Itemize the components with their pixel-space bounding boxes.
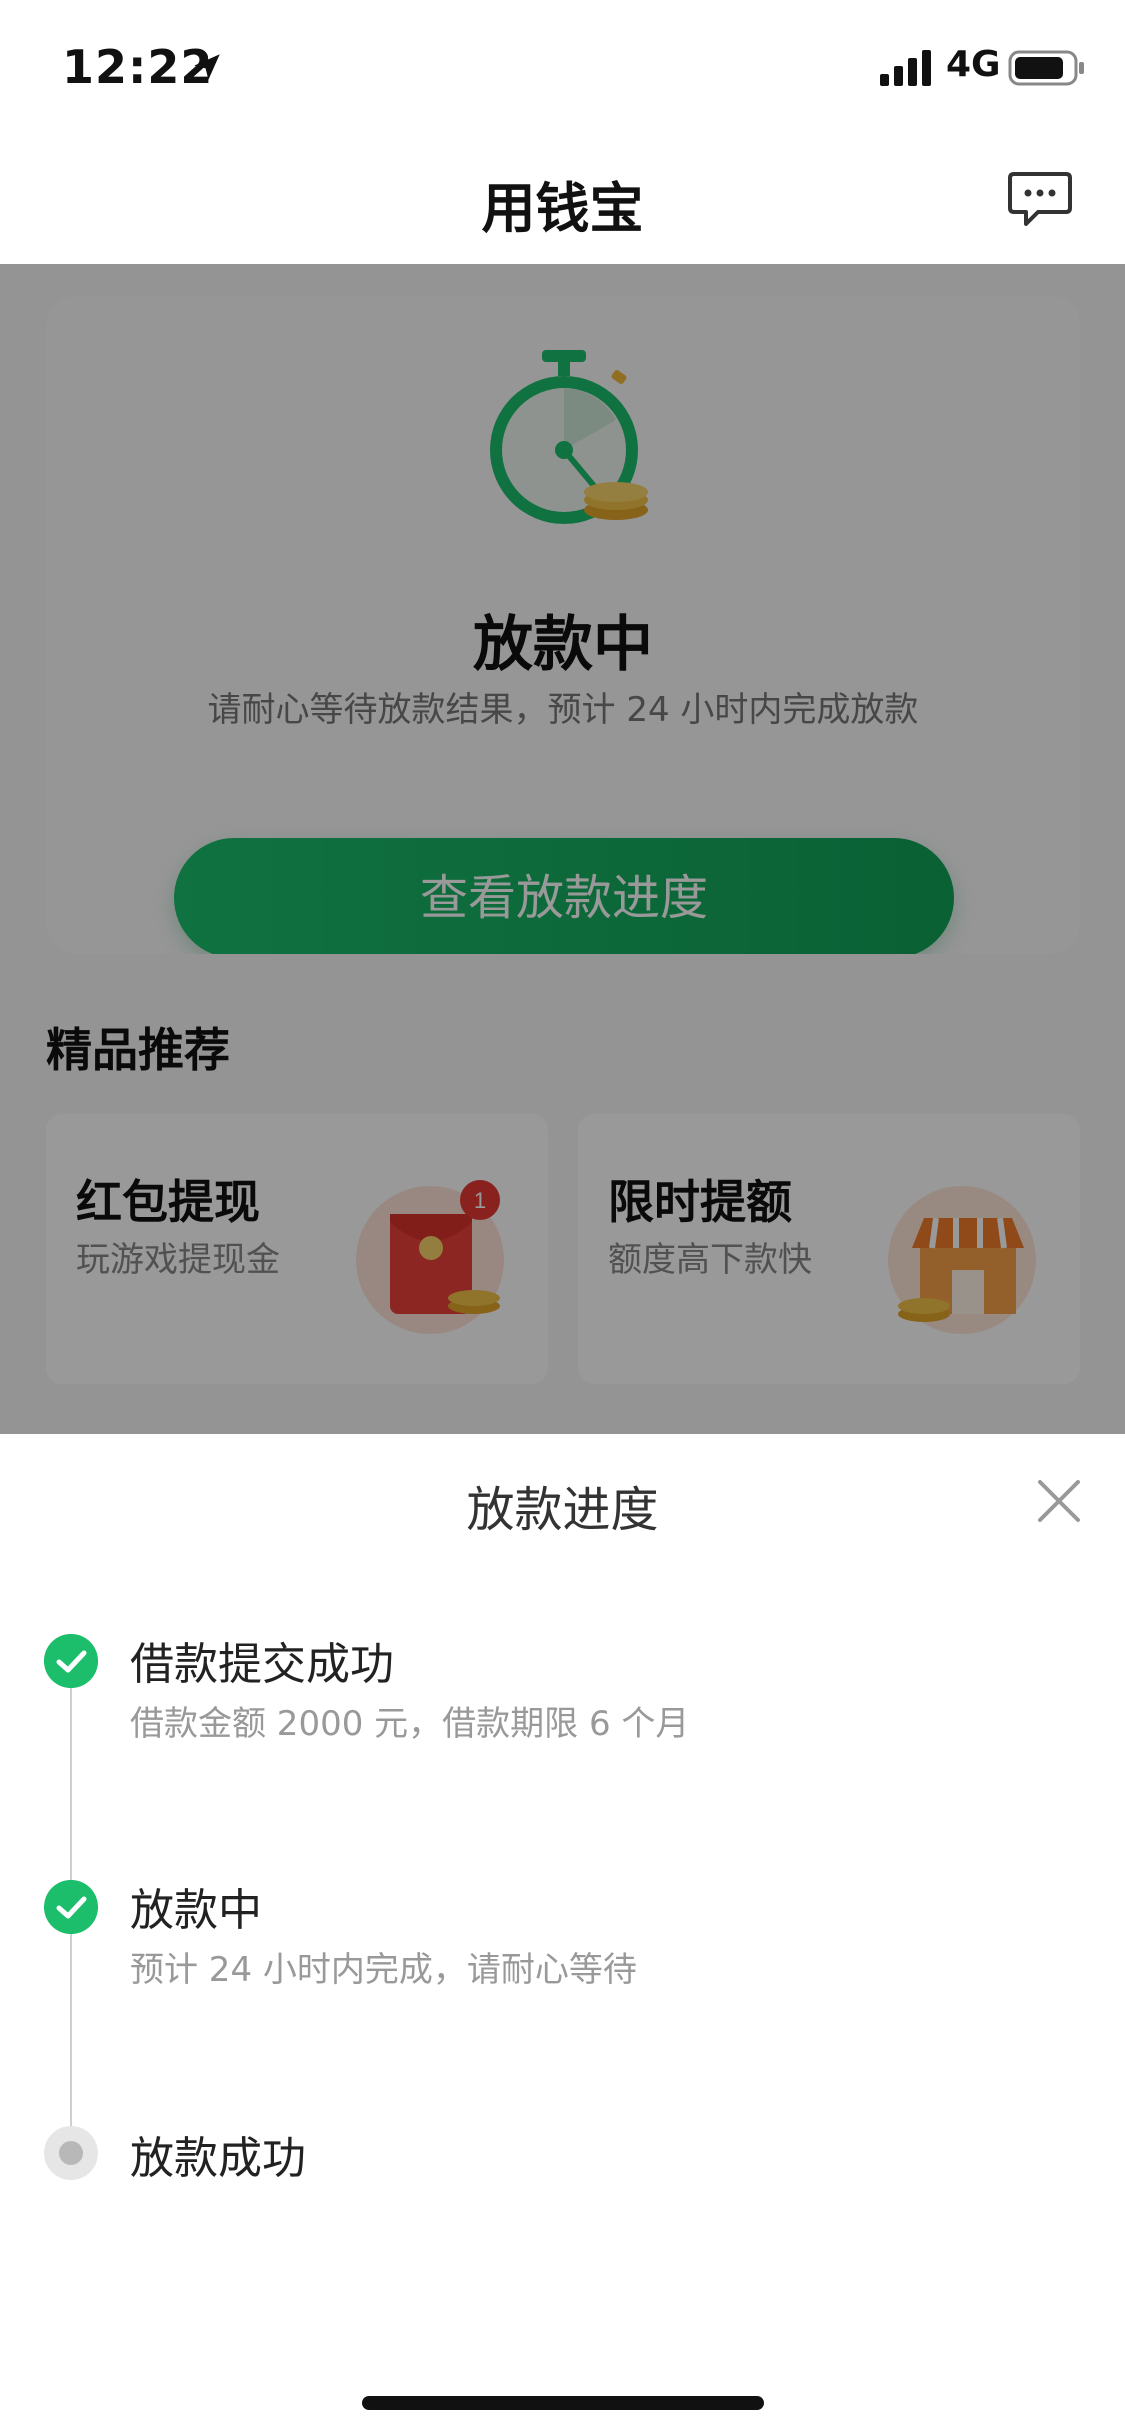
step-title: 放款中: [130, 1885, 262, 1936]
network-type: 4G: [946, 44, 1001, 85]
cellular-signal-icon: [880, 50, 931, 86]
check-icon: [44, 1880, 98, 1934]
loan-progress-sheet: 放款进度 借款提交成功 借款金额 2000 元，借款期限 6 个月 放款中 预计…: [0, 1434, 1125, 2436]
pending-dot-icon: [44, 2126, 98, 2180]
step-title: 借款提交成功: [130, 1639, 394, 1690]
battery-icon: [1008, 50, 1084, 86]
chat-bubble-icon[interactable]: [1008, 170, 1072, 228]
location-arrow-icon: [194, 54, 220, 80]
check-icon: [44, 1634, 98, 1688]
status-bar: 12:22 4G: [0, 0, 1125, 132]
home-indicator[interactable]: [362, 2396, 764, 2410]
step-title: 放款成功: [130, 2133, 306, 2184]
sheet-title: 放款进度: [466, 1482, 659, 1538]
page-title: 用钱宝: [481, 177, 644, 240]
close-icon[interactable]: [1036, 1478, 1082, 1524]
step-description: 预计 24 小时内完成，请耐心等待: [130, 1950, 637, 1990]
nav-bar: 用钱宝: [0, 132, 1125, 264]
modal-backdrop[interactable]: [0, 264, 1125, 1434]
step-description: 借款金额 2000 元，借款期限 6 个月: [130, 1704, 690, 1744]
